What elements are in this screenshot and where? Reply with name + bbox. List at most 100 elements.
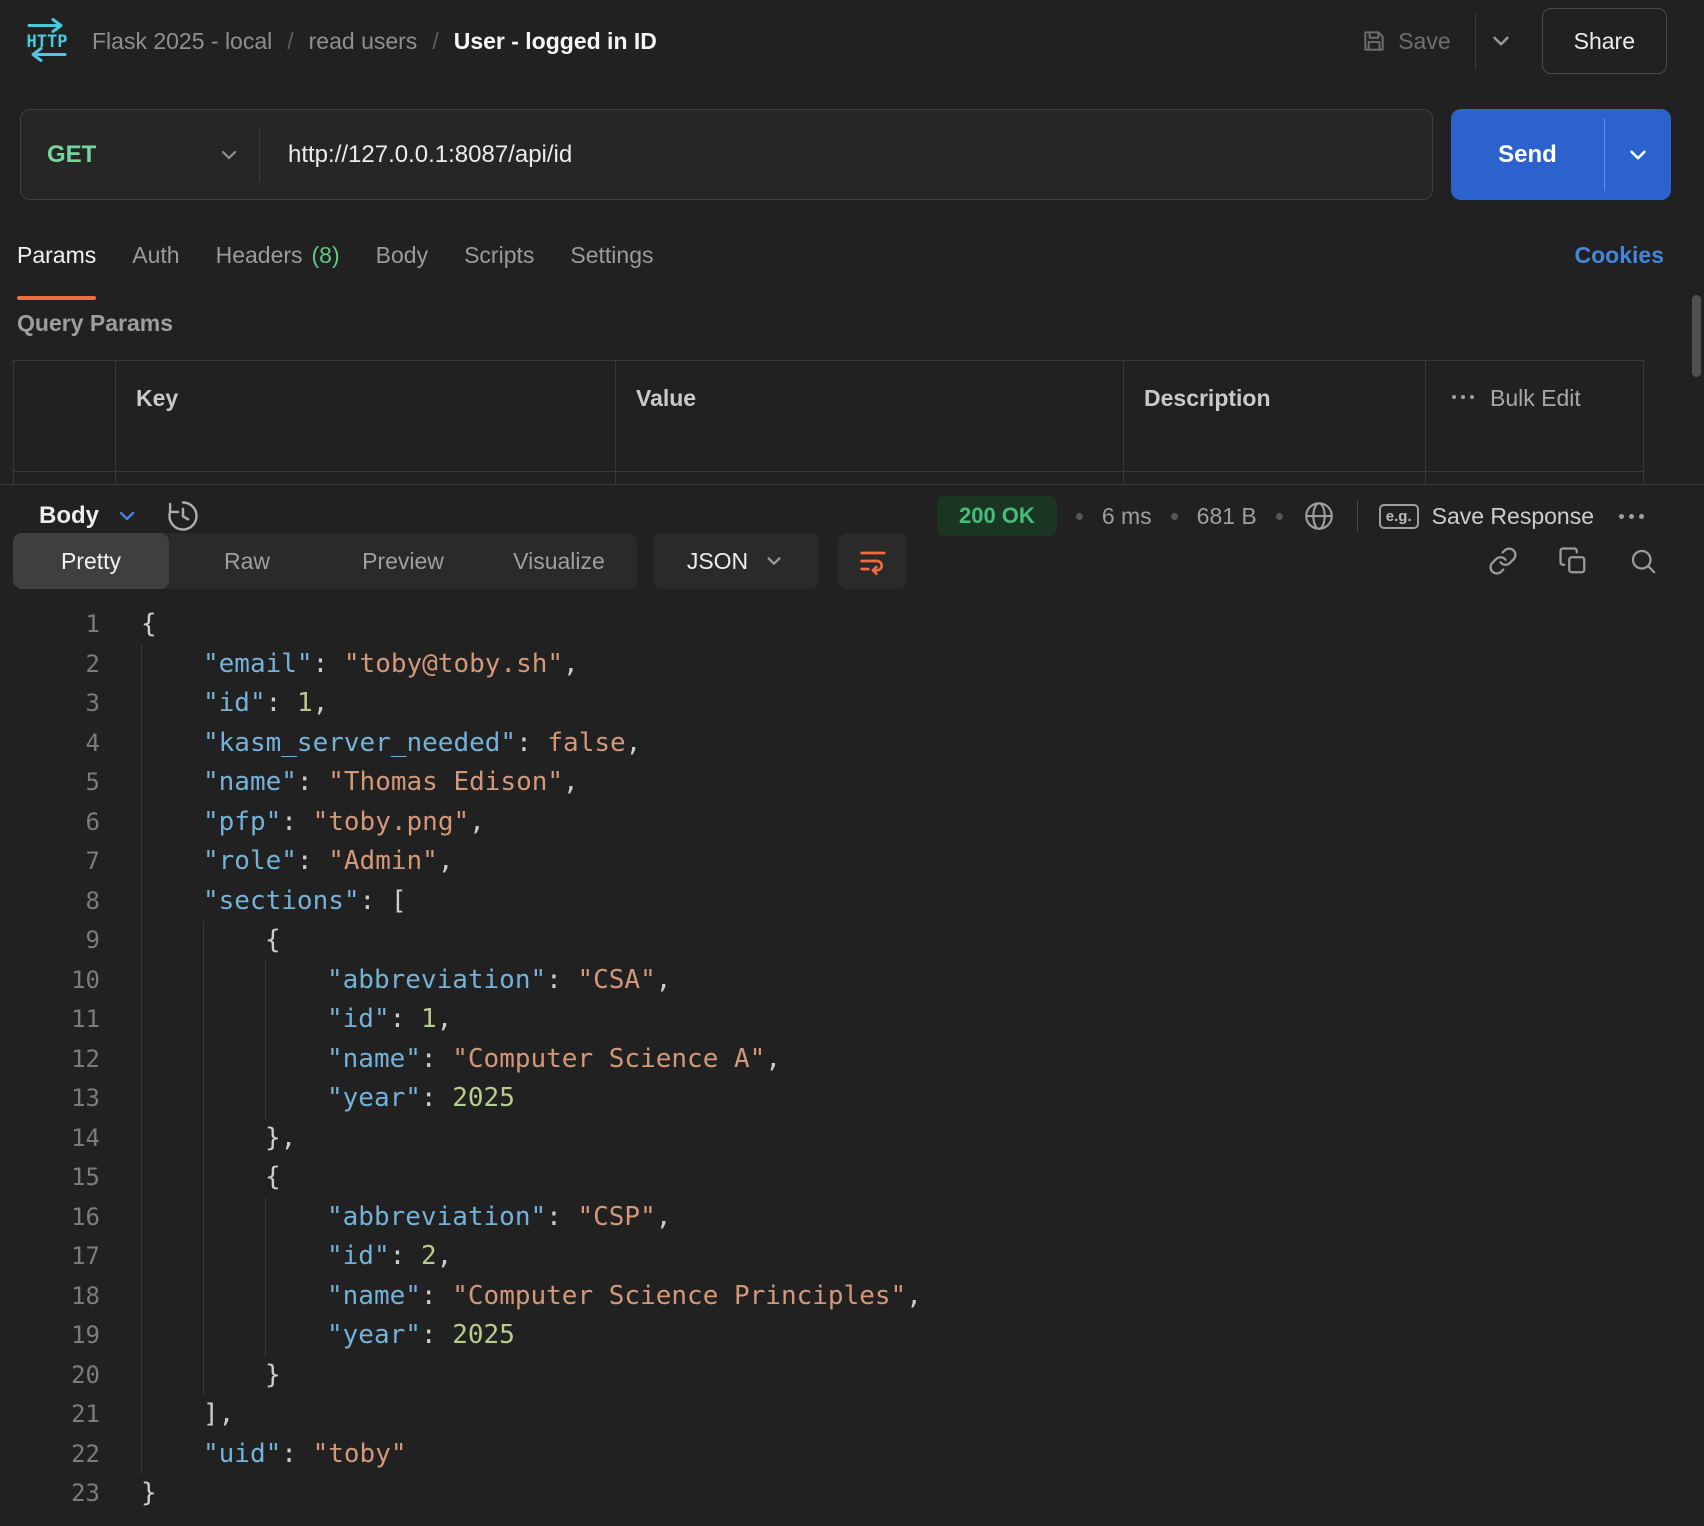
tab-label: Settings (570, 242, 653, 269)
line-number: 7 (0, 842, 100, 882)
code-line: 20} (0, 1356, 1704, 1396)
line-number: 4 (0, 724, 100, 764)
network-info-button[interactable] (1302, 499, 1336, 533)
tab-body[interactable]: Body (376, 210, 428, 300)
view-mode-segmented-control: Pretty Raw Preview Visualize (13, 533, 637, 589)
code-content: } (141, 1356, 281, 1396)
view-tab-visualize[interactable]: Visualize (481, 533, 637, 589)
line-number: 17 (0, 1237, 100, 1277)
tab-label: Scripts (464, 242, 534, 269)
save-options-chevron-button[interactable] (1488, 28, 1514, 54)
code-line: 7 "role": "Admin", (0, 842, 1704, 882)
request-header-bar: HTTP Flask 2025 - local / read users / U… (0, 0, 1704, 82)
url-input[interactable]: http://127.0.0.1:8087/api/id (260, 141, 572, 169)
column-header-key[interactable]: Key (115, 361, 615, 484)
code-content: } (141, 1474, 157, 1514)
line-number: 19 (0, 1316, 100, 1356)
line-number: 23 (0, 1474, 100, 1514)
bulk-edit-label: Bulk Edit (1490, 385, 1581, 412)
response-body-label: Body (39, 502, 99, 530)
breadcrumb: Flask 2025 - local / read users / User -… (92, 0, 657, 82)
tab-headers[interactable]: Headers (8) (216, 210, 340, 300)
code-line: 9{ (0, 921, 1704, 961)
response-status-cluster: 200 OK 6 ms 681 B e.g. Save Response (937, 496, 1644, 536)
method-selector[interactable]: GET (21, 110, 259, 199)
share-label: Share (1574, 28, 1635, 55)
cookies-link[interactable]: Cookies (1575, 242, 1664, 269)
response-more-options-button[interactable] (1619, 514, 1644, 519)
tab-settings[interactable]: Settings (570, 210, 653, 300)
column-header-value[interactable]: Value (615, 361, 1123, 484)
code-line: 13"year": 2025 (0, 1079, 1704, 1119)
response-time: 6 ms (1102, 503, 1152, 530)
request-tabs: Params Auth Headers (8) Body Scripts Set… (17, 210, 1664, 300)
code-content: "id": 1, (141, 1000, 452, 1040)
save-button[interactable]: Save (1361, 28, 1450, 55)
search-response-button[interactable] (1628, 546, 1658, 576)
code-content: }, (141, 1119, 296, 1159)
separator-dot (1276, 513, 1283, 520)
share-button[interactable]: Share (1542, 8, 1667, 74)
postman-window: HTTP Flask 2025 - local / read users / U… (0, 0, 1704, 1526)
save-response-button[interactable]: e.g. Save Response (1379, 503, 1594, 530)
code-line: 6"pfp": "toby.png", (0, 803, 1704, 843)
link-icon (1488, 546, 1518, 576)
code-content: "name": "Computer Science A", (141, 1040, 781, 1080)
copy-response-button[interactable] (1558, 546, 1588, 576)
response-size: 681 B (1197, 503, 1257, 530)
line-number: 3 (0, 684, 100, 724)
code-line: 23} (0, 1474, 1704, 1514)
line-number: 1 (0, 605, 100, 645)
code-line: 10"abbreviation": "CSA", (0, 961, 1704, 1001)
code-content: "id": 1, (141, 684, 328, 724)
line-number: 9 (0, 921, 100, 961)
code-line: 2"email": "toby@toby.sh", (0, 645, 1704, 685)
divider (1357, 500, 1358, 532)
code-content: "name": "Thomas Edison", (141, 763, 579, 803)
code-line: 21], (0, 1395, 1704, 1435)
line-number: 5 (0, 763, 100, 803)
send-options-button[interactable] (1605, 109, 1671, 200)
breadcrumb-folder[interactable]: read users (309, 28, 418, 55)
chevron-down-icon (217, 143, 241, 167)
checkbox-column (14, 361, 115, 484)
view-tab-pretty[interactable]: Pretty (13, 533, 169, 589)
tab-scripts[interactable]: Scripts (464, 210, 534, 300)
wrap-text-button[interactable] (838, 533, 907, 589)
tab-auth[interactable]: Auth (132, 210, 179, 300)
example-icon: e.g. (1379, 504, 1419, 529)
copy-link-button[interactable] (1488, 546, 1518, 576)
format-label: JSON (687, 548, 748, 575)
line-number: 11 (0, 1000, 100, 1040)
tab-label: Body (376, 242, 428, 269)
view-tab-raw[interactable]: Raw (169, 533, 325, 589)
column-header-description[interactable]: Description (1123, 361, 1425, 484)
line-number: 20 (0, 1356, 100, 1396)
tab-params[interactable]: Params (17, 210, 96, 300)
response-history-button[interactable] (165, 498, 201, 534)
code-content: "name": "Computer Science Principles", (141, 1277, 922, 1317)
response-body-selector[interactable]: Body (39, 502, 139, 530)
send-button-group: Send (1451, 109, 1671, 200)
view-tab-preview[interactable]: Preview (325, 533, 481, 589)
code-content: "role": "Admin", (141, 842, 453, 882)
breadcrumb-separator: / (432, 28, 438, 55)
code-content: "id": 2, (141, 1237, 452, 1277)
send-button[interactable]: Send (1451, 109, 1604, 200)
history-icon (165, 498, 201, 534)
query-params-table: Key Value Description Bulk Edit (13, 360, 1644, 484)
globe-icon (1302, 499, 1336, 533)
tab-label: Params (17, 242, 96, 269)
search-icon (1628, 546, 1658, 576)
breadcrumb-collection[interactable]: Flask 2025 - local (92, 28, 272, 55)
http-collection-icon: HTTP (24, 16, 70, 64)
code-line: 15{ (0, 1158, 1704, 1198)
bulk-edit-button[interactable]: Bulk Edit (1425, 361, 1643, 484)
code-content: "uid": "toby" (141, 1435, 407, 1475)
line-number: 13 (0, 1079, 100, 1119)
scrollbar-thumb[interactable] (1692, 295, 1701, 377)
query-params-title: Query Params (17, 310, 173, 337)
line-number: 6 (0, 803, 100, 843)
code-content: "email": "toby@toby.sh", (141, 645, 579, 685)
format-select[interactable]: JSON (653, 533, 819, 589)
